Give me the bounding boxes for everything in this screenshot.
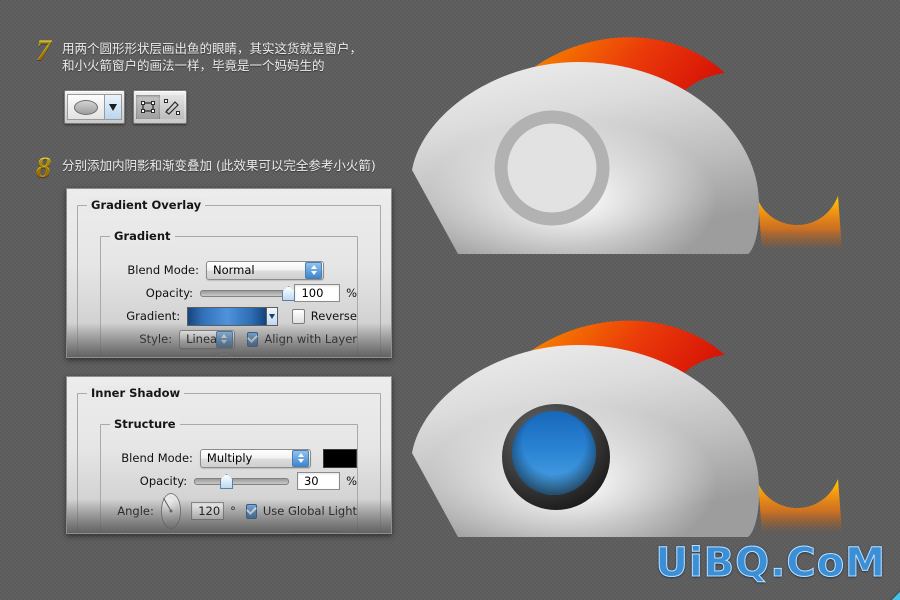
shadow-opacity-unit: % [346,474,357,488]
align-with-layer-label: Align with Layer [264,332,357,346]
shadow-blend-mode-select[interactable]: Multiply [199,448,312,468]
gradient-style-row: Style: Linear Align with Layer [101,329,357,349]
ellipse-shape-icon[interactable] [67,94,104,120]
step-8-number: 8 [36,153,62,183]
path-selection-icon[interactable] [136,95,160,119]
slider-knob[interactable] [220,474,234,489]
gradient-overlay-panel: Gradient Overlay Gradient Blend Mode: No… [66,188,392,358]
gradient-blend-mode-select[interactable]: Normal [206,260,324,280]
reverse-label: Reverse [310,309,357,323]
gradient-style-select[interactable]: Linear [179,329,235,349]
shadow-distance-label: Distance: [101,533,193,534]
inner-shadow-title: Inner Shadow [87,386,185,400]
reverse-checkbox[interactable] [292,308,305,324]
shadow-blend-mode-row: Blend Mode: Multiply [101,448,357,468]
gradient-subgroup: Gradient Blend Mode: Normal Opacity: 100… [100,229,358,357]
inner-shadow-panel: Inner Shadow Structure Blend Mode: Multi… [66,376,392,534]
shadow-blend-mode-label: Blend Mode: [121,451,193,465]
gradient-opacity-label: Opacity: [145,286,194,300]
shadow-blend-mode-value: Multiply [206,451,253,465]
fish-illustration-top [412,37,842,254]
fish-illustration-bottom [412,320,842,537]
use-global-light-label: Use Global Light [262,504,357,518]
gradient-swatch-row: Gradient: Reverse [101,306,357,326]
tail-fin-top [758,196,842,250]
gradient-swatch-label: Gradient: [126,309,181,323]
dial-hand [223,355,225,357]
step-8-text: 分别添加内阴影和渐变叠加 (此效果可以完全参考小火箭) [62,158,376,173]
gradient-subgroup-title: Gradient [110,229,175,243]
shadow-opacity-slider[interactable] [194,474,289,489]
shadow-distance-unit: px [337,533,357,534]
slider-track [194,477,289,485]
gradient-opacity-unit: % [346,286,357,300]
slider-knob[interactable] [282,286,296,301]
shadow-angle-input[interactable]: 120 [191,502,225,520]
structure-subgroup: Structure Blend Mode: Multiply Opacity: [100,417,358,534]
inner-shadow-group: Inner Shadow Structure Blend Mode: Multi… [77,386,381,534]
step-7-text: 用两个圆形形状层画出鱼的眼睛，其实这货就是窗户， 和小火箭窗户的画法一样，毕竟是… [62,41,363,73]
slider-knob[interactable] [193,533,206,534]
step-7: 7 用两个圆形形状层画出鱼的眼睛，其实这货就是窗户， 和小火箭窗户的画法一样，毕… [36,36,363,74]
ellipse-glyph [74,99,98,115]
shadow-angle-label: Angle: [117,504,154,518]
gradient-blend-mode-label: Blend Mode: [127,263,199,277]
shadow-opacity-input[interactable]: 30 [296,472,341,490]
eye-inner-shadow-bottom [512,411,596,495]
shadow-opacity-label: Opacity: [139,474,188,488]
watermark-text: UiBQ.CoM [655,540,886,587]
gradient-preview-swatch[interactable] [187,306,267,326]
gradient-opacity-slider[interactable] [200,286,296,301]
shadow-distance-slider[interactable] [193,533,286,534]
gradient-style-label: Style: [139,332,173,346]
gradient-angle-dial[interactable] [206,352,242,357]
direct-selection-pen-icon[interactable] [160,95,184,119]
step-8: 8 分别添加内阴影和渐变叠加 (此效果可以完全参考小火箭) [36,153,376,183]
step-7-number: 7 [36,36,62,66]
gradient-opacity-input[interactable]: 100 [294,284,341,302]
gradient-blend-mode-value: Normal [213,263,255,277]
gradient-opacity-row: Opacity: 100 % [101,284,357,302]
slider-track [200,289,287,297]
shadow-distance-input[interactable]: 2 [294,531,337,533]
shadow-blend-stepper-icon[interactable] [292,449,310,467]
shadow-angle-unit: ° [230,504,236,518]
path-mode-group[interactable] [133,90,187,124]
dial-hub [169,509,173,513]
gradient-angle-row: Angle: 90 ° [101,352,357,357]
pen-glyph [164,99,180,115]
path-selection-glyph [141,101,155,113]
blend-mode-stepper-icon[interactable] [305,261,322,279]
structure-subgroup-title: Structure [110,417,180,431]
shadow-color-swatch[interactable] [323,448,357,468]
gradient-overlay-group: Gradient Overlay Gradient Blend Mode: No… [77,198,381,357]
shape-tool-group[interactable] [64,90,125,124]
gradient-blend-mode-row: Blend Mode: Normal [101,260,357,280]
align-with-layer-checkbox[interactable] [246,331,259,347]
tutorial-canvas: 7 用两个圆形形状层画出鱼的眼睛，其实这货就是窗户， 和小火箭窗户的画法一样，毕… [0,0,900,600]
shadow-angle-dial[interactable] [160,493,182,529]
dropdown-arrow-icon[interactable] [104,94,122,120]
tail-fin-bottom [758,479,842,533]
shadow-angle-row: Angle: 120 ° Use Global Light [101,493,357,529]
use-global-light-checkbox[interactable] [245,503,257,519]
shadow-opacity-row: Opacity: 30 % [101,472,357,490]
shape-tool-options-bar[interactable] [64,90,187,124]
style-stepper-icon[interactable] [215,330,233,348]
gradient-picker-arrow-icon[interactable] [266,306,279,326]
shadow-distance-row: Distance: 2 px [101,531,357,534]
gradient-overlay-title: Gradient Overlay [87,198,206,212]
